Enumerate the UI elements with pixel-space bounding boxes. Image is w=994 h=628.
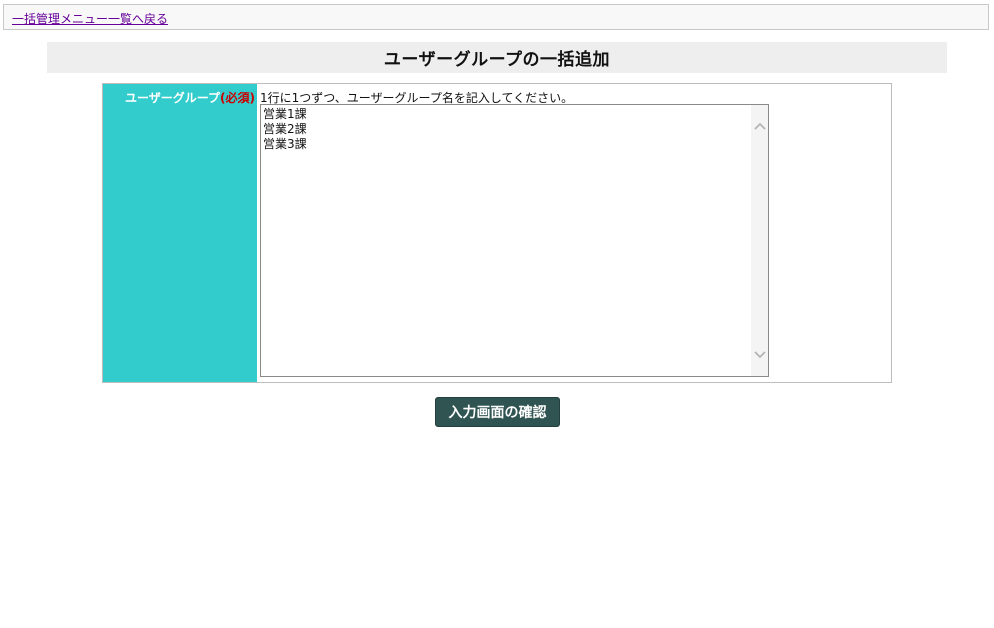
- confirm-input-button[interactable]: 入力画面の確認: [435, 397, 560, 427]
- user-group-textarea[interactable]: 営業1課 営業2課 営業3課: [260, 104, 769, 377]
- field-label: ユーザーグループ(必須): [125, 89, 255, 106]
- field-input-cell: 1行に1つずつ、ユーザーグループ名を記入してください。 営業1課 営業2課 営業…: [257, 84, 891, 382]
- page-title-bar: ユーザーグループの一括追加: [47, 42, 947, 73]
- textarea-scrollbar[interactable]: [751, 105, 768, 376]
- field-label-cell: ユーザーグループ(必須): [103, 84, 257, 382]
- back-to-menu-link[interactable]: 一括管理メニュー一覧へ戻る: [12, 10, 168, 27]
- top-nav-bar: 一括管理メニュー一覧へ戻る: [3, 4, 989, 30]
- textarea-content[interactable]: 営業1課 営業2課 営業3課: [263, 107, 307, 152]
- field-label-text: ユーザーグループ: [124, 91, 221, 105]
- textarea-line: 営業3課: [263, 137, 307, 151]
- chevron-up-icon[interactable]: [751, 117, 768, 134]
- chevron-down-icon[interactable]: [751, 346, 768, 363]
- required-mark: (必須): [220, 91, 255, 105]
- user-group-form: ユーザーグループ(必須) 1行に1つずつ、ユーザーグループ名を記入してください。…: [102, 83, 892, 383]
- page-title: ユーザーグループの一括追加: [383, 50, 611, 70]
- textarea-line: 営業1課: [263, 107, 307, 121]
- textarea-line: 営業2課: [263, 122, 307, 136]
